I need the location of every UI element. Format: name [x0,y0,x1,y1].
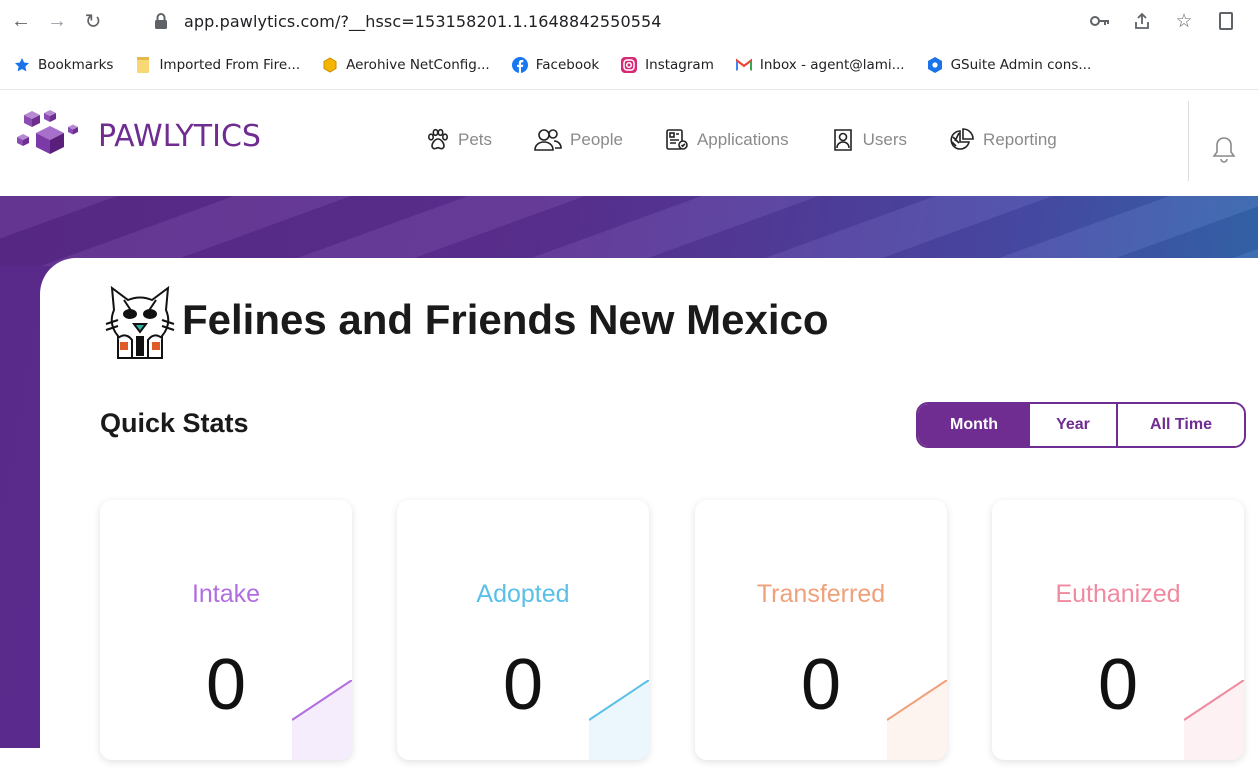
bookmark-facebook[interactable]: Facebook [511,57,600,73]
stat-label: Intake [191,580,261,608]
lock-icon[interactable] [154,12,168,35]
stat-label: Transferred [756,580,886,608]
nav-label: Applications [696,130,789,149]
browser-chrome: ← → ↻ app.pawlytics.com/?__hssc=15315820… [0,0,1258,90]
star-icon [14,57,30,73]
back-arrow-icon[interactable]: ← [8,8,34,34]
people-icon [534,129,562,151]
address-bar[interactable]: app.pawlytics.com/?__hssc=153158201.1.16… [140,4,1250,38]
bookmark-inbox[interactable]: Inbox - agent@lami... [735,57,905,73]
bookmark-label: Imported From Fire... [159,57,301,73]
stat-card-adopted[interactable]: Adopted 0 [397,500,649,760]
star-bookmark-icon[interactable]: ☆ [1174,11,1194,32]
bookmark-label: Inbox - agent@lami... [759,57,905,73]
bookmark-label: Facebook [535,57,600,73]
instagram-icon [621,57,638,73]
gmail-icon [735,57,752,73]
period-toggle: Month Year All Time [916,402,1246,448]
bookmark-label: Aerohive NetConfig... [346,57,490,73]
bell-icon[interactable] [1212,135,1236,168]
cubes-logo-icon [17,110,78,154]
key-icon[interactable] [1090,11,1110,31]
document-icon [666,129,688,150]
omnibox-actions: ☆ [1090,11,1236,32]
forward-arrow-icon[interactable]: → [44,8,70,34]
cat-logo-icon [105,285,175,359]
bookmark-gsuite[interactable]: GSuite Admin cons... [927,57,1092,73]
nav-applications[interactable]: Applications [665,128,789,152]
pawlytics-logo[interactable]: PAWLYTICS [14,107,261,165]
org-header: Felines and Friends New Mexico [102,280,829,360]
gsuite-icon [927,57,943,73]
period-year-button[interactable]: Year [1030,404,1118,446]
nav-label: Pets [458,130,493,149]
nav-label: People [570,130,623,149]
nav-reporting[interactable]: Reporting [949,127,1057,153]
bookmark-aerohive[interactable]: Aerohive NetConfig... [322,57,490,73]
stat-label: Adopted [476,580,570,608]
trend-line [292,680,352,760]
nav-users[interactable]: Users [831,128,907,152]
period-month-button[interactable]: Month [918,404,1030,446]
bookmark-imported[interactable]: Imported From Fire... [135,57,300,73]
quick-stats-title: Quick Stats [100,408,249,438]
hexagon-icon [322,57,338,73]
trend-line [589,680,649,760]
trend-line [1184,680,1244,760]
logo-text: PAWLYTICS [98,118,261,154]
bookmark-bookmarks[interactable]: Bookmarks [14,57,113,73]
main-nav: Pets People Applications Users Reporting [426,127,1057,153]
url-text[interactable]: app.pawlytics.com/?__hssc=153158201.1.16… [184,12,662,31]
nav-label: Reporting [983,130,1057,149]
stat-card-transferred[interactable]: Transferred 0 [695,500,947,760]
nav-people[interactable]: People [534,128,623,152]
bookmark-label: Instagram [645,57,714,73]
folder-icon [135,57,151,73]
reload-icon[interactable]: ↻ [80,8,106,34]
app-header: PAWLYTICS Pets People Applications Users… [0,91,1258,196]
address-row: ← → ↻ app.pawlytics.com/?__hssc=15315820… [0,0,1258,42]
share-icon[interactable] [1132,11,1152,31]
stat-label: Euthanized [1055,580,1181,608]
nav-divider [1188,101,1189,181]
facebook-icon [511,57,528,73]
bookmark-instagram[interactable]: Instagram [621,57,714,73]
bookmark-label: Bookmarks [38,57,114,73]
bookmarks-bar: Bookmarks Imported From Fire... Aerohive… [0,48,1258,82]
tab-strip-icon[interactable] [1216,11,1236,31]
trend-line [887,680,947,760]
stat-card-intake[interactable]: Intake 0 [100,500,352,760]
paw-icon [427,128,448,150]
pie-chart-icon [950,128,974,150]
org-title: Felines and Friends New Mexico [182,296,829,343]
stat-card-euthanized[interactable]: Euthanized 0 [992,500,1244,760]
nav-pets[interactable]: Pets [426,128,492,152]
period-all-time-button[interactable]: All Time [1118,404,1244,446]
nav-label: Users [862,130,908,149]
bookmark-label: GSuite Admin cons... [950,57,1092,73]
user-badge-icon [833,129,852,151]
